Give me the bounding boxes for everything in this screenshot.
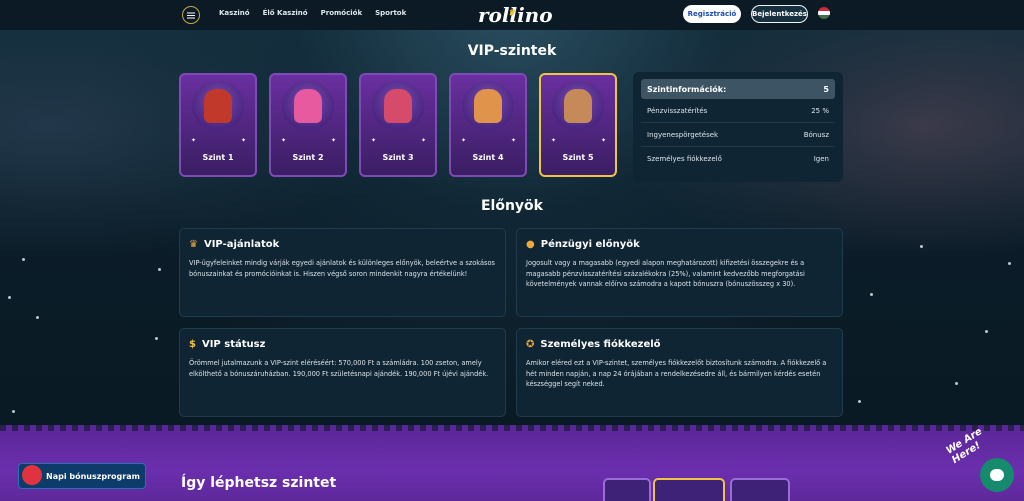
- nav-promotions[interactable]: Promóciók: [321, 9, 363, 17]
- info-row-free-spins: Ingyenespörgetések Bónusz: [641, 123, 835, 147]
- hamburger-icon[interactable]: [182, 6, 200, 24]
- info-row-cashback: Pénzvisszatérítés 25 %: [641, 99, 835, 123]
- sparkle-icon: ✦: [461, 137, 467, 144]
- vip-level-card-5[interactable]: ✦ ✦ Szint 5: [539, 73, 617, 177]
- benefit-cards: ♛ VIP-ajánlatok VIP-ügyfeleinket mindig v…: [179, 228, 843, 417]
- strongman-character-icon: [552, 81, 604, 131]
- vip-level-card-3[interactable]: ✦ ✦ Szint 3: [359, 73, 437, 177]
- coin-icon: ●: [526, 239, 535, 250]
- vip-level-label: Szint 1: [202, 153, 234, 162]
- sparkle-icon: ✦: [331, 137, 337, 144]
- star-decoration: [858, 400, 861, 403]
- site-logo[interactable]: ♛ rollino: [478, 2, 553, 28]
- star-decoration: [158, 268, 161, 271]
- benefit-card-vip-status: $ VIP státusz Örömmel jutalmazunk a VIP-s…: [179, 328, 506, 417]
- sparkle-icon: ✦: [601, 137, 607, 144]
- sparkle-icon: ✦: [241, 137, 247, 144]
- star-decoration: [985, 330, 988, 333]
- star-decoration: [920, 245, 923, 248]
- register-button[interactable]: Regisztráció: [683, 5, 741, 23]
- login-button[interactable]: Bejelentkezés: [751, 5, 808, 23]
- sparkle-icon: ✦: [551, 137, 557, 144]
- vip-level-label: Szint 2: [292, 153, 324, 162]
- star-decoration: [1008, 262, 1011, 265]
- monkey-character-icon: [192, 81, 244, 131]
- sparkle-icon: ✦: [371, 137, 377, 144]
- star-decoration: [8, 296, 11, 299]
- vip-level-card-1[interactable]: ✦ ✦ Szint 1: [179, 73, 257, 177]
- hu-flag-icon[interactable]: [818, 7, 830, 19]
- benefit-text: Amikor eléred ezt a VIP-szintet, személy…: [526, 359, 827, 388]
- benefit-text: Örömmel jutalmazunk a VIP-szint eléréséé…: [189, 359, 489, 378]
- nav-sports[interactable]: Sportok: [375, 9, 406, 17]
- star-decoration: [36, 316, 39, 319]
- level-up-section: [0, 425, 1024, 501]
- benefits-title: Előnyök: [480, 198, 543, 214]
- fortune-teller-character-icon: [372, 81, 424, 131]
- level-preview-card: [730, 478, 790, 501]
- sparkle-icon: ✦: [191, 137, 197, 144]
- crown-icon: ♛: [508, 7, 516, 17]
- crown-icon: ♛: [189, 239, 198, 250]
- vip-level-card-4[interactable]: ✦ ✦ Szint 4: [449, 73, 527, 177]
- level-info-number: 5: [823, 84, 829, 94]
- sparkle-icon: ✦: [511, 137, 517, 144]
- level-info-panel: Szintinformációk: 5 Pénzvisszatérítés 25…: [633, 72, 843, 182]
- gift-icon: [22, 465, 42, 485]
- dollar-icon: $: [189, 339, 196, 350]
- star-decoration: [155, 337, 158, 340]
- vip-level-cards: ✦ ✦ Szint 1 ✦ ✦ Szint 2 ✦ ✦ Szint 3 ✦ ✦ …: [179, 73, 617, 177]
- benefit-card-account-manager: ✪ Személyes fiókkezelő Amikor eléred ezt …: [516, 328, 843, 417]
- level-preview-card: [603, 478, 651, 501]
- vip-level-card-2[interactable]: ✦ ✦ Szint 2: [269, 73, 347, 177]
- level-preview-card: [653, 478, 725, 501]
- vip-level-label: Szint 5: [562, 153, 594, 162]
- medal-icon: ✪: [526, 339, 535, 350]
- nav-casino[interactable]: Kaszinó: [219, 9, 250, 17]
- benefit-title: Személyes fiókkezelő: [540, 339, 661, 350]
- star-decoration: [22, 258, 25, 261]
- info-row-account-manager: Személyes fiókkezelő Igen: [641, 147, 835, 171]
- vip-level-label: Szint 4: [472, 153, 504, 162]
- nav-live-casino[interactable]: Élő Kaszinó: [263, 9, 308, 17]
- vip-level-label: Szint 3: [382, 153, 414, 162]
- chat-icon[interactable]: [980, 458, 1014, 492]
- benefit-title: VIP státusz: [201, 339, 266, 350]
- benefit-card-financial: ● Pénzügyi előnyök Jogosult vagy a magasa…: [516, 228, 843, 317]
- info-row-value: Bónusz: [803, 130, 829, 139]
- star-decoration: [955, 382, 958, 385]
- logo-text: rollino: [478, 3, 553, 27]
- clown-character-icon: [282, 81, 334, 131]
- benefit-text: Jogosult vagy a magasabb (egyedi alapon …: [526, 259, 805, 288]
- info-row-value: Igen: [813, 155, 829, 163]
- vip-levels-title: VIP-szintek: [467, 43, 557, 59]
- star-decoration: [870, 293, 873, 296]
- sparkle-icon: ✦: [281, 137, 287, 144]
- info-row-label: Személyes fiókkezelő: [647, 155, 722, 163]
- benefit-card-vip-offers: ♛ VIP-ajánlatok VIP-ügyfeleinket mindig v…: [179, 228, 506, 317]
- level-info-header: Szintinformációk: 5: [641, 79, 835, 99]
- info-row-value: 25 %: [811, 106, 829, 115]
- info-row-label: Pénzvisszatérítés: [647, 106, 708, 115]
- info-row-label: Ingyenespörgetések: [647, 130, 719, 139]
- benefit-title: VIP-ajánlatok: [203, 239, 280, 250]
- star-decoration: [12, 410, 15, 413]
- acrobat-character-icon: [462, 81, 514, 131]
- benefit-title: Pénzügyi előnyök: [540, 239, 640, 250]
- level-info-title: Szintinformációk:: [647, 84, 727, 94]
- benefit-text: VIP-ügyfeleinket mindig várják egyedi aj…: [189, 259, 495, 278]
- main-nav: Kaszinó Élő Kaszinó Promóciók Sportok: [219, 9, 406, 17]
- level-up-title: Így léphetsz szintet: [181, 475, 337, 491]
- sparkle-icon: ✦: [421, 137, 427, 144]
